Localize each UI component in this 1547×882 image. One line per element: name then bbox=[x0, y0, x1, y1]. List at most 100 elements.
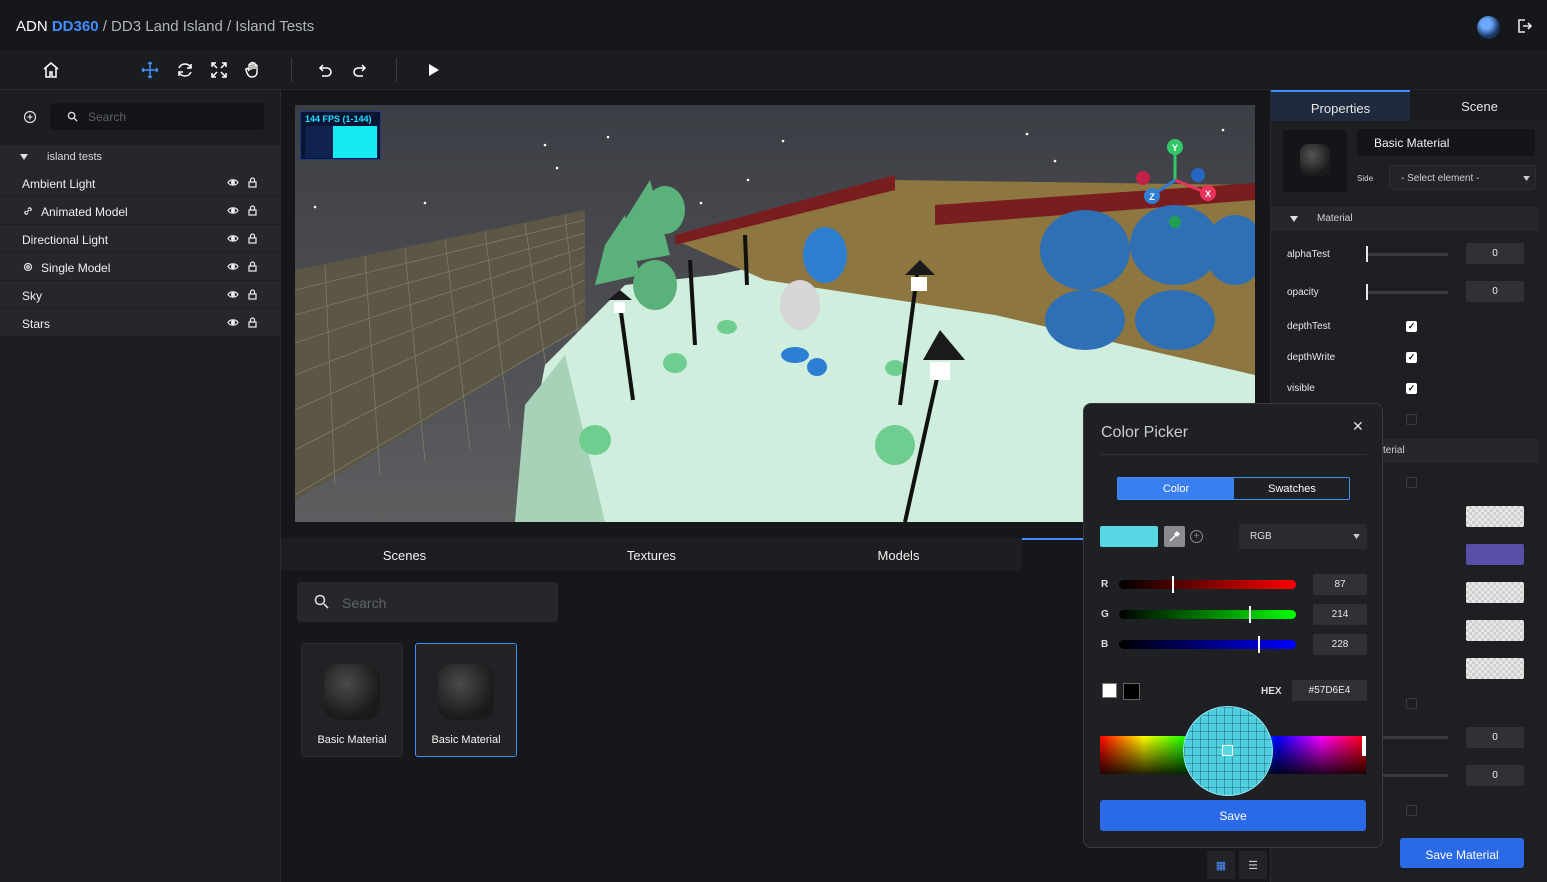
material-section-header[interactable]: Material bbox=[1271, 207, 1538, 231]
home-icon[interactable] bbox=[40, 59, 62, 81]
play-icon[interactable] bbox=[422, 59, 444, 81]
avatar[interactable] bbox=[1477, 16, 1500, 39]
lock-icon[interactable] bbox=[248, 205, 257, 216]
brand-prefix: ADN bbox=[16, 18, 52, 35]
blue-input[interactable]: 228 bbox=[1313, 634, 1367, 655]
tab-properties[interactable]: Properties bbox=[1271, 90, 1410, 121]
color-format-select[interactable]: RGB bbox=[1239, 524, 1367, 549]
property-checkbox[interactable] bbox=[1406, 698, 1417, 709]
tree-item[interactable]: Directional Light bbox=[0, 225, 281, 253]
link-icon bbox=[24, 207, 32, 215]
visible-checkbox[interactable]: ✓ bbox=[1406, 383, 1417, 394]
tab-models[interactable]: Models bbox=[775, 548, 1022, 563]
asset-card[interactable]: Basic Material bbox=[301, 643, 403, 757]
grid-view-icon[interactable]: ▦ bbox=[1207, 851, 1235, 879]
add-swatch-icon[interactable]: + bbox=[1190, 530, 1203, 543]
depthwrite-label: depthWrite bbox=[1287, 352, 1336, 363]
alphatest-slider[interactable] bbox=[1366, 246, 1448, 262]
property-slider[interactable] bbox=[1381, 774, 1448, 777]
color-swatch-accent[interactable] bbox=[1466, 544, 1524, 565]
lock-icon[interactable] bbox=[248, 177, 257, 188]
opacity-input[interactable]: 0 bbox=[1466, 281, 1524, 302]
black-swatch[interactable] bbox=[1123, 683, 1140, 700]
tree-item[interactable]: Ambient Light bbox=[0, 169, 281, 197]
close-icon[interactable]: ✕ bbox=[1352, 418, 1364, 435]
opacity-slider[interactable] bbox=[1366, 284, 1448, 300]
hex-input[interactable]: #57D6E4 bbox=[1292, 680, 1367, 701]
depthtest-checkbox[interactable]: ✓ bbox=[1406, 321, 1417, 332]
asset-card-label: Basic Material bbox=[317, 734, 387, 746]
spectrum-handle[interactable] bbox=[1362, 736, 1366, 756]
color-swatch[interactable] bbox=[1466, 620, 1524, 641]
redo-icon[interactable] bbox=[349, 59, 371, 81]
depthwrite-checkbox[interactable]: ✓ bbox=[1406, 352, 1417, 363]
tree-root-label: island tests bbox=[47, 151, 103, 163]
rotate-icon[interactable] bbox=[174, 59, 196, 81]
alphatest-input[interactable]: 0 bbox=[1466, 243, 1524, 264]
lock-icon[interactable] bbox=[248, 261, 257, 272]
tree-item[interactable]: Stars bbox=[0, 309, 281, 337]
undo-icon[interactable] bbox=[314, 59, 336, 81]
color-swatch[interactable] bbox=[1466, 506, 1524, 527]
property-checkbox[interactable] bbox=[1406, 477, 1417, 488]
scene-tree-panel: Search island tests Ambient Light Animate… bbox=[0, 90, 281, 882]
eye-icon[interactable] bbox=[227, 234, 239, 243]
color-swatch[interactable] bbox=[1466, 582, 1524, 603]
tab-scene[interactable]: Scene bbox=[1410, 90, 1547, 121]
tab-color[interactable]: Color bbox=[1118, 478, 1234, 499]
property-input[interactable]: 0 bbox=[1466, 727, 1524, 748]
tab-scenes[interactable]: Scenes bbox=[281, 548, 528, 563]
move-icon[interactable] bbox=[139, 59, 161, 81]
material-thumbnail bbox=[438, 664, 494, 720]
tree-item[interactable]: Animated Model bbox=[0, 197, 281, 225]
gizmo-z-label: Z bbox=[1149, 192, 1155, 202]
logout-icon[interactable] bbox=[1516, 18, 1532, 34]
eye-icon[interactable] bbox=[227, 262, 239, 271]
lock-icon[interactable] bbox=[248, 317, 257, 328]
eyedropper-icon[interactable] bbox=[1164, 526, 1185, 547]
scene-search-input[interactable]: Search bbox=[50, 103, 264, 130]
material-name-field[interactable]: Basic Material bbox=[1357, 129, 1535, 156]
chevron-down-icon[interactable] bbox=[20, 154, 28, 160]
red-slider[interactable] bbox=[1119, 576, 1296, 593]
green-channel-label: G bbox=[1101, 609, 1109, 620]
app-title: ADN DD360 / DD3 Land Island / Island Tes… bbox=[16, 18, 314, 35]
eye-icon[interactable] bbox=[227, 178, 239, 187]
side-select[interactable]: - Select element - bbox=[1389, 165, 1536, 190]
lock-icon[interactable] bbox=[248, 289, 257, 300]
eye-icon[interactable] bbox=[227, 290, 239, 299]
visible-label: visible bbox=[1287, 383, 1315, 394]
chevron-down-icon[interactable] bbox=[1290, 216, 1298, 222]
search-icon bbox=[67, 111, 78, 122]
hand-icon[interactable] bbox=[242, 59, 264, 81]
add-circle-icon[interactable] bbox=[23, 110, 37, 124]
property-checkbox[interactable] bbox=[1406, 805, 1417, 816]
asset-search-input[interactable]: Search bbox=[297, 582, 558, 622]
eye-icon[interactable] bbox=[227, 318, 239, 327]
tab-textures[interactable]: Textures bbox=[528, 548, 775, 563]
property-slider[interactable] bbox=[1381, 736, 1448, 739]
alphatest-label: alphaTest bbox=[1287, 249, 1330, 260]
tree-item[interactable]: Single Model bbox=[0, 253, 281, 281]
tab-swatches[interactable]: Swatches bbox=[1234, 478, 1350, 499]
save-material-button[interactable]: Save Material bbox=[1400, 838, 1524, 868]
scale-icon[interactable] bbox=[208, 59, 230, 81]
green-slider[interactable] bbox=[1119, 606, 1296, 623]
list-view-icon[interactable]: ☰ bbox=[1239, 851, 1267, 879]
eye-icon[interactable] bbox=[227, 206, 239, 215]
property-input[interactable]: 0 bbox=[1466, 765, 1524, 786]
white-swatch[interactable] bbox=[1102, 683, 1117, 698]
property-checkbox[interactable] bbox=[1406, 414, 1417, 425]
tree-item[interactable]: Sky bbox=[0, 281, 281, 309]
color-swatch[interactable] bbox=[1466, 658, 1524, 679]
green-input[interactable]: 214 bbox=[1313, 604, 1367, 625]
tree-root[interactable]: island tests bbox=[0, 145, 281, 169]
save-color-button[interactable]: Save bbox=[1100, 800, 1366, 831]
blue-slider[interactable] bbox=[1119, 636, 1296, 653]
red-input[interactable]: 87 bbox=[1313, 574, 1367, 595]
tree-item-label: Single Model bbox=[41, 261, 111, 275]
asset-card-selected[interactable]: Basic Material bbox=[415, 643, 517, 757]
opacity-label: opacity bbox=[1287, 287, 1319, 298]
breadcrumb[interactable]: / DD3 Land Island / Island Tests bbox=[99, 18, 315, 35]
lock-icon[interactable] bbox=[248, 233, 257, 244]
